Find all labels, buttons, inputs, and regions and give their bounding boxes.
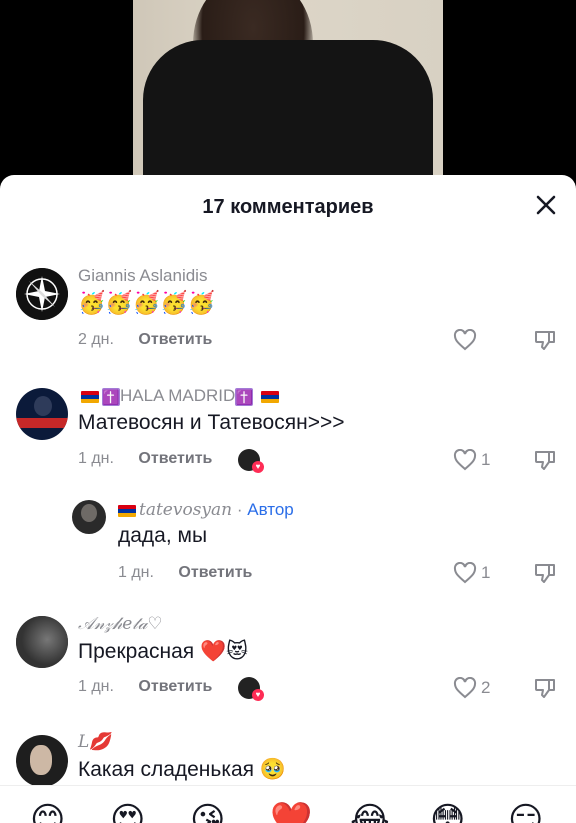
avatar-figure: [34, 396, 52, 416]
emoji-button[interactable]: 😂: [350, 800, 390, 823]
reply-button[interactable]: Ответить: [178, 564, 252, 581]
creator-liked-avatar: ♥: [238, 449, 264, 473]
emoji-button[interactable]: 😊: [30, 800, 65, 823]
username-text: tatevosyan: [139, 500, 233, 520]
armenia-flag-icon: [81, 390, 99, 403]
video-frame: [133, 0, 443, 190]
comment-text: дада, мы: [118, 524, 208, 547]
comment-username[interactable]: tatevosyan · Автор: [118, 500, 294, 520]
creator-liked-avatar: ♥: [238, 677, 264, 701]
cross-icon: ✝️: [235, 387, 254, 406]
comment-item: Giannis Aslanidis 🥳🥳🥳🥳🥳 2 дн. Ответить: [0, 263, 576, 363]
comment-username[interactable]: Giannis Aslanidis: [78, 266, 207, 286]
video-figure-body: [143, 40, 433, 190]
reply-item: tatevosyan · Автор дада, мы 1 дн. Ответи…: [0, 497, 576, 597]
separator: ·: [232, 500, 248, 519]
avatar[interactable]: [72, 500, 106, 534]
comment-meta: 2 дн. Ответить: [78, 331, 212, 349]
heart-icon: ♥: [252, 461, 264, 473]
like-count: 1: [481, 450, 491, 469]
comment-username[interactable]: 𝐿💋: [78, 732, 110, 752]
comment-time: 1 дн.: [78, 450, 114, 467]
dislike-button[interactable]: [534, 562, 556, 589]
comment-text: Прекрасная ❤️😻: [78, 640, 249, 663]
like-button[interactable]: 1: [453, 449, 490, 471]
avatar[interactable]: [16, 735, 68, 787]
comments-count-title: 17 комментариев: [202, 196, 374, 218]
emoji-button[interactable]: 😘: [190, 800, 225, 823]
comment-meta: 1 дн. Ответить: [118, 564, 252, 582]
close-icon: [536, 195, 556, 215]
avatar-face: [81, 504, 97, 522]
comment-username[interactable]: 𝒜𝓃𝓏𝒽𝑒𝓉𝒶♡: [78, 614, 163, 634]
emoji-button[interactable]: 😳: [430, 800, 465, 823]
like-count: 1: [481, 563, 491, 582]
dislike-button[interactable]: [534, 449, 556, 476]
username-text: HALA MADRID: [120, 386, 236, 405]
emoji-quick-bar: 😊 😍 😘 ❤️ 😂 😳 😏: [0, 785, 576, 823]
avatar-photo: [16, 616, 68, 668]
thumbs-down-icon: [535, 331, 555, 350]
avatar-banner: [16, 418, 68, 428]
thumbs-down-icon: [535, 451, 555, 470]
avatar-face: [30, 745, 52, 775]
like-button[interactable]: 1: [453, 562, 490, 584]
comment-text: Матевосян и Татевосян>>>: [78, 411, 345, 434]
author-badge: Автор: [247, 500, 294, 519]
comment-meta: 1 дн. Ответить: [78, 678, 212, 696]
heart-outline-icon: [453, 677, 477, 699]
heart-outline-icon: [453, 329, 477, 351]
comment-meta: 1 дн. Ответить: [78, 450, 212, 468]
dislike-button[interactable]: [534, 329, 556, 356]
cross-icon: ✝️: [102, 387, 120, 406]
comment-time: 1 дн.: [118, 564, 154, 581]
comment-item: ✝️HALA MADRID✝️ Матевосян и Татевосян>>>…: [0, 383, 576, 483]
comments-sheet: 17 комментариев Giannis Aslanidis 🥳🥳🥳🥳🥳 …: [0, 175, 576, 823]
avatar[interactable]: [16, 268, 68, 320]
comment-item: 𝐿💋 Какая сладенькая 🥹: [0, 729, 576, 789]
emoji-button[interactable]: ❤️: [270, 800, 312, 823]
comment-text: Какая сладенькая 🥹: [78, 758, 287, 781]
armenia-flag-icon: [118, 504, 136, 517]
emoji-button[interactable]: 😏: [508, 800, 543, 823]
comment-text: 🥳🥳🥳🥳🥳: [78, 290, 215, 315]
comment-time: 1 дн.: [78, 678, 114, 695]
heart-icon: ♥: [252, 689, 264, 701]
thumbs-down-icon: [535, 679, 555, 698]
like-button[interactable]: [453, 329, 477, 351]
avatar[interactable]: [16, 388, 68, 440]
comment-item: 𝒜𝓃𝓏𝒽𝑒𝓉𝒶♡ Прекрасная ❤️😻 1 дн. Ответить ♥…: [0, 611, 576, 711]
armenia-flag-icon: [261, 390, 280, 403]
thumbs-down-icon: [535, 564, 555, 583]
reply-button[interactable]: Ответить: [138, 678, 212, 695]
reply-button[interactable]: Ответить: [138, 331, 212, 348]
compass-star-icon: [16, 268, 68, 320]
reply-button[interactable]: Ответить: [138, 450, 212, 467]
like-button[interactable]: 2: [453, 677, 490, 699]
dislike-button[interactable]: [534, 677, 556, 704]
like-count: 2: [481, 678, 491, 697]
avatar[interactable]: [16, 616, 68, 668]
video-background[interactable]: [0, 0, 576, 190]
close-button[interactable]: [532, 191, 560, 219]
comment-time: 2 дн.: [78, 331, 114, 348]
comment-username[interactable]: ✝️HALA MADRID✝️: [78, 386, 282, 406]
heart-outline-icon: [453, 562, 477, 584]
heart-outline-icon: [453, 449, 477, 471]
emoji-button[interactable]: 😍: [110, 800, 145, 823]
